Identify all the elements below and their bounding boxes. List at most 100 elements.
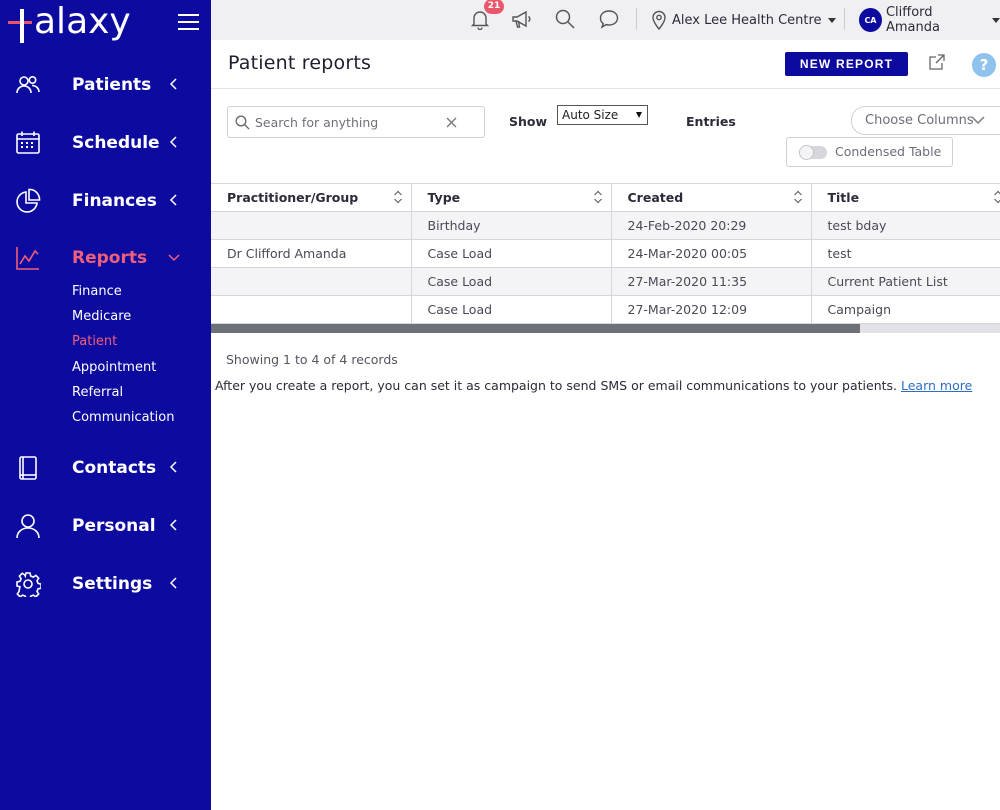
chevron-down-icon [827,17,836,23]
cell-title: Current Patient List [811,267,1000,296]
user-name: Clifford Amanda [885,5,940,35]
gear-icon [16,572,41,597]
sidebar-item-settings[interactable]: Settings [0,564,211,604]
chevron-down-icon [168,254,180,262]
cell-title: test bday [811,211,1000,240]
chat-icon[interactable] [598,8,620,30]
search-icon [235,115,250,130]
condensed-table-label: Condensed Table [835,144,942,159]
sort-icon [593,190,602,204]
dropdown-arrow-icon [636,112,642,118]
cell-practitioner: Dr Clifford Amanda [211,239,412,268]
calendar-icon [16,131,40,154]
sort-icon [793,190,802,204]
chevron-down-icon [992,17,1000,23]
search-input[interactable] [255,112,445,132]
sidebar-item-reports[interactable]: Reports [0,238,211,278]
chevron-left-icon [169,461,177,473]
choose-columns-button[interactable]: Choose Columns [851,106,1000,135]
chevron-left-icon [169,577,177,589]
sidebar-item-finances[interactable]: Finances [0,181,211,221]
page-size-select[interactable]: Auto Size [557,105,648,125]
sort-icon [993,190,1000,204]
avatar: CA [859,8,882,32]
chevron-left-icon [169,194,177,206]
cell-practitioner [211,267,412,296]
logo-text: alaxy [34,1,131,42]
show-label: Show [509,114,548,129]
help-icon[interactable]: ? [972,53,996,77]
search-icon[interactable] [554,8,576,30]
top-bar: 21 Alex Lee Health Centre CA Clifford Am… [211,0,1000,40]
page-header: Patient reports NEW REPORT ? [211,40,1000,89]
sidebar-item-label: Finances [72,191,157,211]
notification-badge: 21 [484,0,504,14]
book-icon [19,456,37,480]
new-report-button[interactable]: NEW REPORT [785,52,908,76]
sidebar-subitem-patient[interactable]: Patient [72,334,117,349]
search-box [227,106,485,138]
sidebar-item-schedule[interactable]: Schedule [0,123,211,163]
location-pin-icon [652,10,666,30]
sidebar-item-label: Patients [72,75,152,95]
user-menu[interactable]: CA Clifford Amanda [859,5,1000,35]
logo-mark [8,5,36,43]
external-link-icon[interactable] [928,53,946,71]
condensed-table-toggle[interactable]: Condensed Table [786,137,953,167]
sidebar-subitem-communication[interactable]: Communication [72,410,174,425]
sidebar-item-label: Settings [72,574,153,594]
toggle-switch[interactable] [799,145,827,160]
topbar-divider [636,8,637,30]
horizontal-scrollbar[interactable] [211,324,1000,333]
reports-table-container: Practitioner/Group Type Created Title Bi… [211,183,1000,333]
cell-type: Case Load [411,239,612,268]
table-row[interactable]: Case Load 27-Mar-2020 12:09 Campaign [211,295,1000,324]
column-header-title[interactable]: Title [811,183,1000,212]
cell-type: Case Load [411,267,612,296]
learn-more-link[interactable]: Learn more [901,378,972,393]
patients-icon [16,76,40,94]
cell-created: 27-Mar-2020 12:09 [611,295,812,324]
scrollbar-thumb[interactable] [211,324,860,333]
sidebar-item-label: Contacts [72,458,157,478]
sidebar-subitem-finance[interactable]: Finance [72,284,122,299]
sort-icon [393,190,402,204]
table-row[interactable]: Case Load 27-Mar-2020 11:35 Current Pati… [211,267,1000,296]
cell-created: 24-Feb-2020 20:29 [611,211,812,240]
menu-toggle-icon[interactable] [178,14,199,30]
line-chart-icon [16,247,39,270]
sidebar-item-contacts[interactable]: Contacts [0,448,211,488]
cell-created: 27-Mar-2020 11:35 [611,267,812,296]
records-count: Showing 1 to 4 of 4 records [226,352,398,367]
cell-type: Case Load [411,295,612,324]
cell-practitioner [211,211,412,240]
chevron-left-icon [169,519,177,531]
halaxy-logo[interactable]: alaxy [8,1,131,43]
clear-search-icon[interactable] [446,117,457,128]
sidebar: alaxy Patients Schedule Finances Reports… [0,0,211,810]
table-row[interactable]: Birthday 24-Feb-2020 20:29 test bday [211,211,1000,240]
sidebar-subitem-medicare[interactable]: Medicare [72,309,131,324]
chevron-left-icon [169,78,177,90]
location-selector[interactable]: Alex Lee Health Centre [652,8,836,32]
campaign-info-text: After you create a report, you can set i… [215,378,898,393]
column-header-practitioner[interactable]: Practitioner/Group [211,183,412,212]
topbar-divider [844,8,845,30]
sidebar-item-label: Personal [72,516,156,536]
cell-created: 24-Mar-2020 00:05 [611,239,812,268]
table-header-row: Practitioner/Group Type Created Title [211,183,1000,212]
cell-title: test [811,239,1000,268]
column-header-type[interactable]: Type [411,183,612,212]
sidebar-subitem-appointment[interactable]: Appointment [72,360,156,375]
table-row[interactable]: Dr Clifford Amanda Case Load 24-Mar-2020… [211,239,1000,268]
sidebar-item-personal[interactable]: Personal [0,506,211,546]
pie-chart-icon [16,188,41,213]
choose-columns-label: Choose Columns [865,113,974,128]
sidebar-subitem-referral[interactable]: Referral [72,385,123,400]
chevron-down-icon [971,116,985,125]
sidebar-item-patients[interactable]: Patients [0,65,211,105]
campaign-info: After you create a report, you can set i… [215,378,972,393]
column-header-created[interactable]: Created [611,183,812,212]
location-name: Alex Lee Health Centre [672,12,822,28]
megaphone-icon[interactable] [510,8,532,30]
